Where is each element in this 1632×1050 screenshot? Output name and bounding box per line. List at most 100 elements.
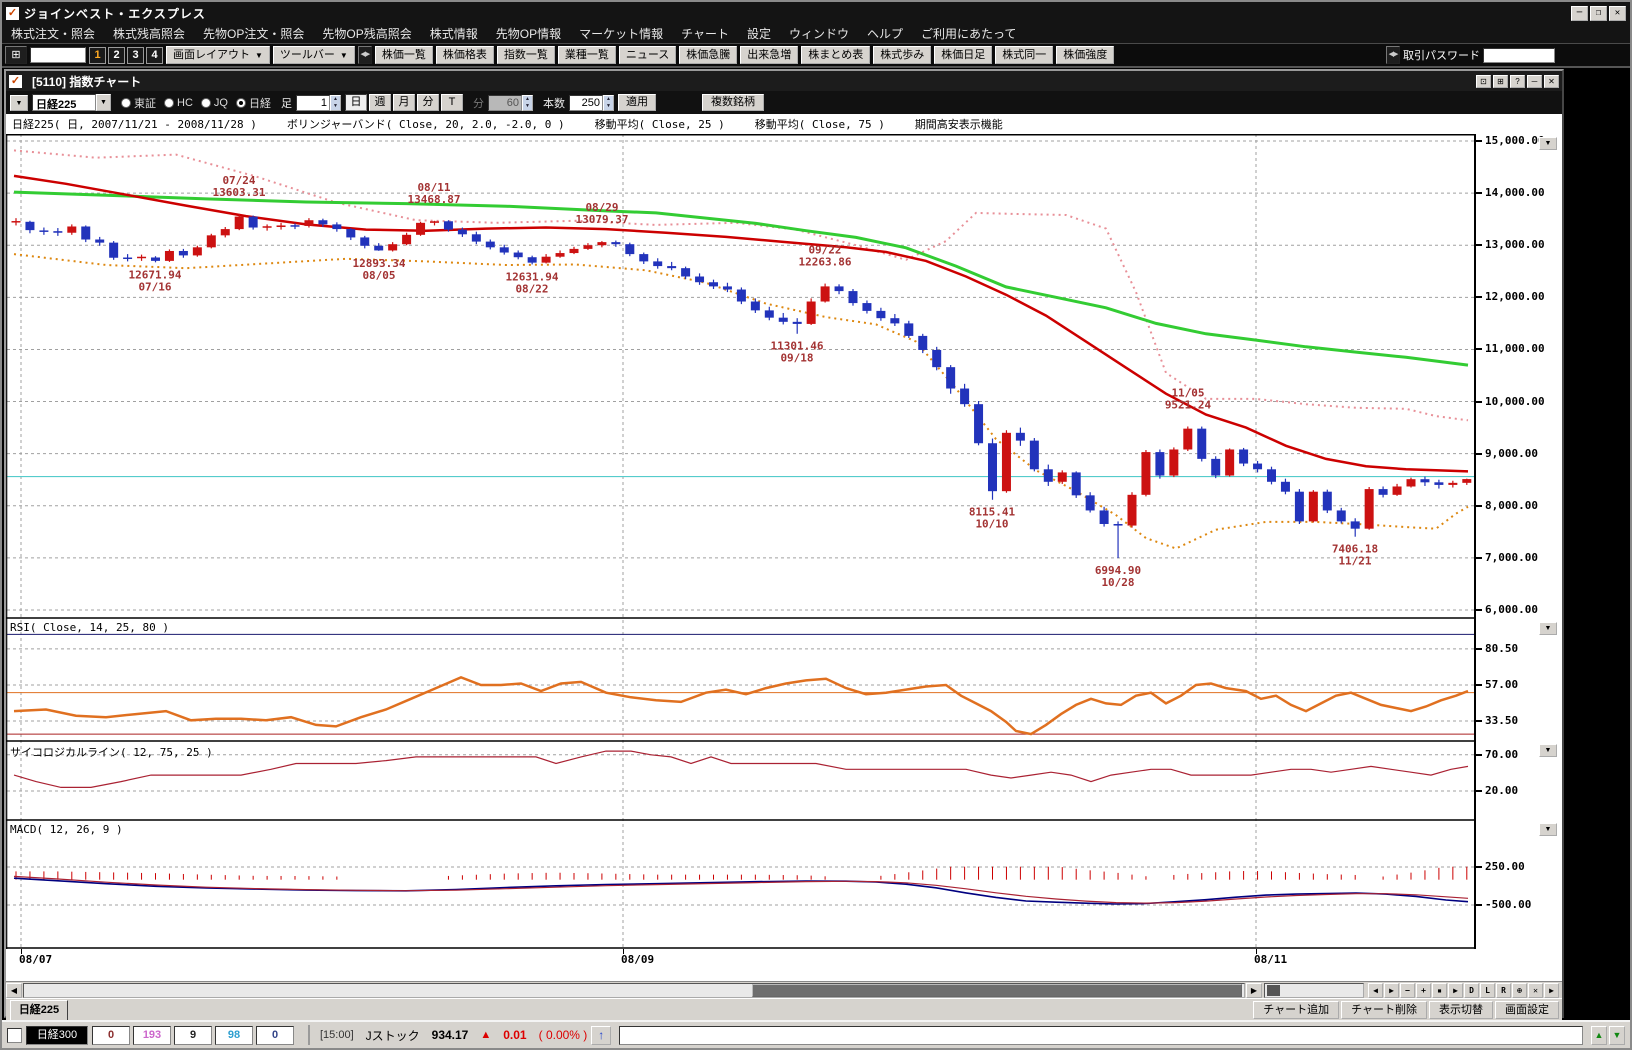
menu-item-ウィンドウ[interactable]: ウィンドウ	[780, 25, 858, 42]
status-checkbox[interactable]	[7, 1028, 22, 1043]
status-cell-3: 98	[215, 1026, 253, 1045]
chart-close-button[interactable]: ✕	[1544, 75, 1559, 88]
radio-HC[interactable]: HC	[164, 95, 193, 111]
toolbar-button-株価日足[interactable]: 株価日足	[934, 46, 992, 64]
menu-item-先物OP残高照会[interactable]: 先物OP残高照会	[313, 25, 420, 42]
chart-tool-button-5[interactable]: ▶	[1448, 983, 1463, 998]
bottom-button-画面設定[interactable]: 画面設定	[1495, 1001, 1559, 1019]
y-axis-label: 15,000.00	[1485, 134, 1545, 147]
menu-item-マーケット情報[interactable]: マーケット情報	[570, 25, 672, 42]
period-button-T[interactable]: T	[441, 94, 463, 111]
chart-tool-button-7[interactable]: L	[1480, 983, 1495, 998]
chart-tool-button-6[interactable]: D	[1464, 983, 1479, 998]
menu-item-先物OP情報[interactable]: 先物OP情報	[487, 25, 570, 42]
legend-item: 期間高安表示機能	[915, 116, 1003, 132]
period-button-月[interactable]: 月	[393, 94, 415, 111]
ashi-value[interactable]: 1	[296, 95, 330, 111]
chart-icon-button[interactable]: ⊡	[1476, 75, 1491, 88]
screen-layout-button[interactable]: 画面レイアウト▼	[166, 46, 270, 64]
radio-東証[interactable]: 東証	[121, 95, 156, 111]
chart-restore-button[interactable]: ⊞	[1493, 75, 1508, 88]
status-side-button-1[interactable]: ▼	[1609, 1026, 1625, 1045]
chart-tool-button-9[interactable]: ⊕	[1512, 983, 1527, 998]
bottom-button-チャート削除[interactable]: チャート削除	[1341, 1001, 1427, 1019]
bottom-button-表示切替[interactable]: 表示切替	[1429, 1001, 1493, 1019]
menu-item-チャート[interactable]: チャート	[672, 25, 738, 42]
toolbar-button-ニュース[interactable]: ニュース	[619, 46, 676, 64]
quick-code-input[interactable]	[30, 47, 86, 63]
quote-stock-name: Jストック	[366, 1027, 420, 1044]
toolbar-button-業種一覧[interactable]: 業種一覧	[558, 46, 616, 64]
toolbar-button-株価一覧[interactable]: 株価一覧	[375, 46, 433, 64]
bottom-button-チャート追加[interactable]: チャート追加	[1253, 1001, 1339, 1019]
rsi-panel-dropdown[interactable]: ▼	[1539, 622, 1557, 635]
mini-slider-track[interactable]	[1264, 983, 1364, 998]
toolbar-button-株価格表[interactable]: 株価格表	[436, 46, 494, 64]
chart-tool-button-8[interactable]: R	[1496, 983, 1511, 998]
layout-number-button-3[interactable]: 3	[127, 47, 144, 64]
toolbar-button-株まとめ表[interactable]: 株まとめ表	[801, 46, 870, 64]
apply-button[interactable]: 適用	[618, 94, 656, 111]
menu-item-株式情報[interactable]: 株式情報	[421, 25, 487, 42]
layout-number-button-1[interactable]: 1	[89, 47, 106, 64]
password-splitter-icon[interactable]: ◀▶	[1386, 46, 1400, 64]
menu-item-ご利用にあたって[interactable]: ご利用にあたって	[912, 25, 1025, 42]
chart-tool-button-0[interactable]: ◀	[1368, 983, 1383, 998]
bars-label: 本数	[543, 95, 565, 111]
price-chart-svg[interactable]: 12671.9407/1607/2413603.3112893.3408/050…	[6, 134, 1474, 949]
scroll-left-button[interactable]: ◀	[6, 983, 22, 998]
scroll-right-button[interactable]: ▶	[1246, 983, 1262, 998]
macd-panel-dropdown[interactable]: ▼	[1539, 823, 1557, 836]
layout-number-button-4[interactable]: 4	[146, 47, 163, 64]
toolbar-button-株価急騰[interactable]: 株価急騰	[679, 46, 737, 64]
radio-日経[interactable]: 日経	[236, 95, 271, 111]
chart-tool-button-3[interactable]: +	[1416, 983, 1431, 998]
chart-minimize-button[interactable]: ─	[1527, 75, 1542, 88]
symbol-history-dropdown[interactable]: ▼	[10, 95, 28, 111]
toolbar-button-株価強度[interactable]: 株価強度	[1056, 46, 1114, 64]
scrollbar-track[interactable]	[23, 983, 1245, 998]
close-button[interactable]: ✕	[1609, 6, 1626, 21]
menu-item-ヘルプ[interactable]: ヘルプ	[858, 25, 912, 42]
toolbar-button-株式歩み[interactable]: 株式歩み	[873, 46, 931, 64]
chart-tool-button-4[interactable]: ▪	[1432, 983, 1447, 998]
tab-nikkei225[interactable]: 日経225	[10, 1000, 68, 1020]
toolbar-splitter-icon[interactable]: ◀▶	[358, 46, 372, 64]
bars-value[interactable]: 250	[569, 95, 603, 111]
price-panel-dropdown[interactable]: ▼	[1539, 137, 1557, 150]
period-button-分[interactable]: 分	[417, 94, 439, 111]
scrollbar-thumb[interactable]	[752, 984, 1242, 997]
toolbar-button-出来急増[interactable]: 出来急増	[740, 46, 798, 64]
menu-item-株式注文・照会[interactable]: 株式注文・照会	[2, 25, 104, 42]
window-layout-icon[interactable]: ⊞	[5, 46, 27, 64]
trade-password-input[interactable]	[1483, 48, 1555, 63]
radio-JQ[interactable]: JQ	[201, 95, 228, 111]
toolbar-button-指数一覧[interactable]: 指数一覧	[497, 46, 555, 64]
menu-item-先物OP注文・照会[interactable]: 先物OP注文・照会	[194, 25, 313, 42]
chevron-down-icon[interactable]: ▼	[96, 94, 111, 111]
toolbar-button-株式同一[interactable]: 株式同一	[995, 46, 1053, 64]
chart-help-button[interactable]: ?	[1510, 75, 1525, 88]
chart-tool-button-11[interactable]: ▶	[1544, 983, 1559, 998]
menu-item-株式残高照会[interactable]: 株式残高照会	[104, 25, 194, 42]
toolbar-menu-button[interactable]: ツールバー▼	[273, 46, 355, 64]
spinner-icon[interactable]: ▲▼	[330, 95, 341, 111]
restore-button[interactable]: ❐	[1590, 6, 1607, 21]
symbol-combo[interactable]: 日経225 ▼	[32, 94, 111, 111]
minimize-button[interactable]: ─	[1571, 6, 1588, 21]
chart-tool-button-10[interactable]: ✕	[1528, 983, 1543, 998]
chart-tool-button-1[interactable]: ▶	[1384, 983, 1399, 998]
quote-scroll-up-button[interactable]: ↑	[591, 1026, 611, 1045]
psych-panel-dropdown[interactable]: ▼	[1539, 744, 1557, 757]
chart-tool-button-2[interactable]: −	[1400, 983, 1415, 998]
bars-stepper[interactable]: 250 ▲▼	[569, 95, 614, 111]
period-button-週[interactable]: 週	[369, 94, 391, 111]
ashi-stepper[interactable]: 1 ▲▼	[296, 95, 341, 111]
status-side-button-0[interactable]: ▲	[1591, 1026, 1607, 1045]
menu-item-設定[interactable]: 設定	[738, 25, 780, 42]
layout-number-button-2[interactable]: 2	[108, 47, 125, 64]
spinner-icon[interactable]: ▲▼	[603, 95, 614, 111]
multi-symbol-button[interactable]: 複数銘柄	[702, 94, 764, 111]
mini-slider-thumb[interactable]	[1267, 985, 1280, 996]
period-button-日[interactable]: 日	[345, 94, 367, 111]
